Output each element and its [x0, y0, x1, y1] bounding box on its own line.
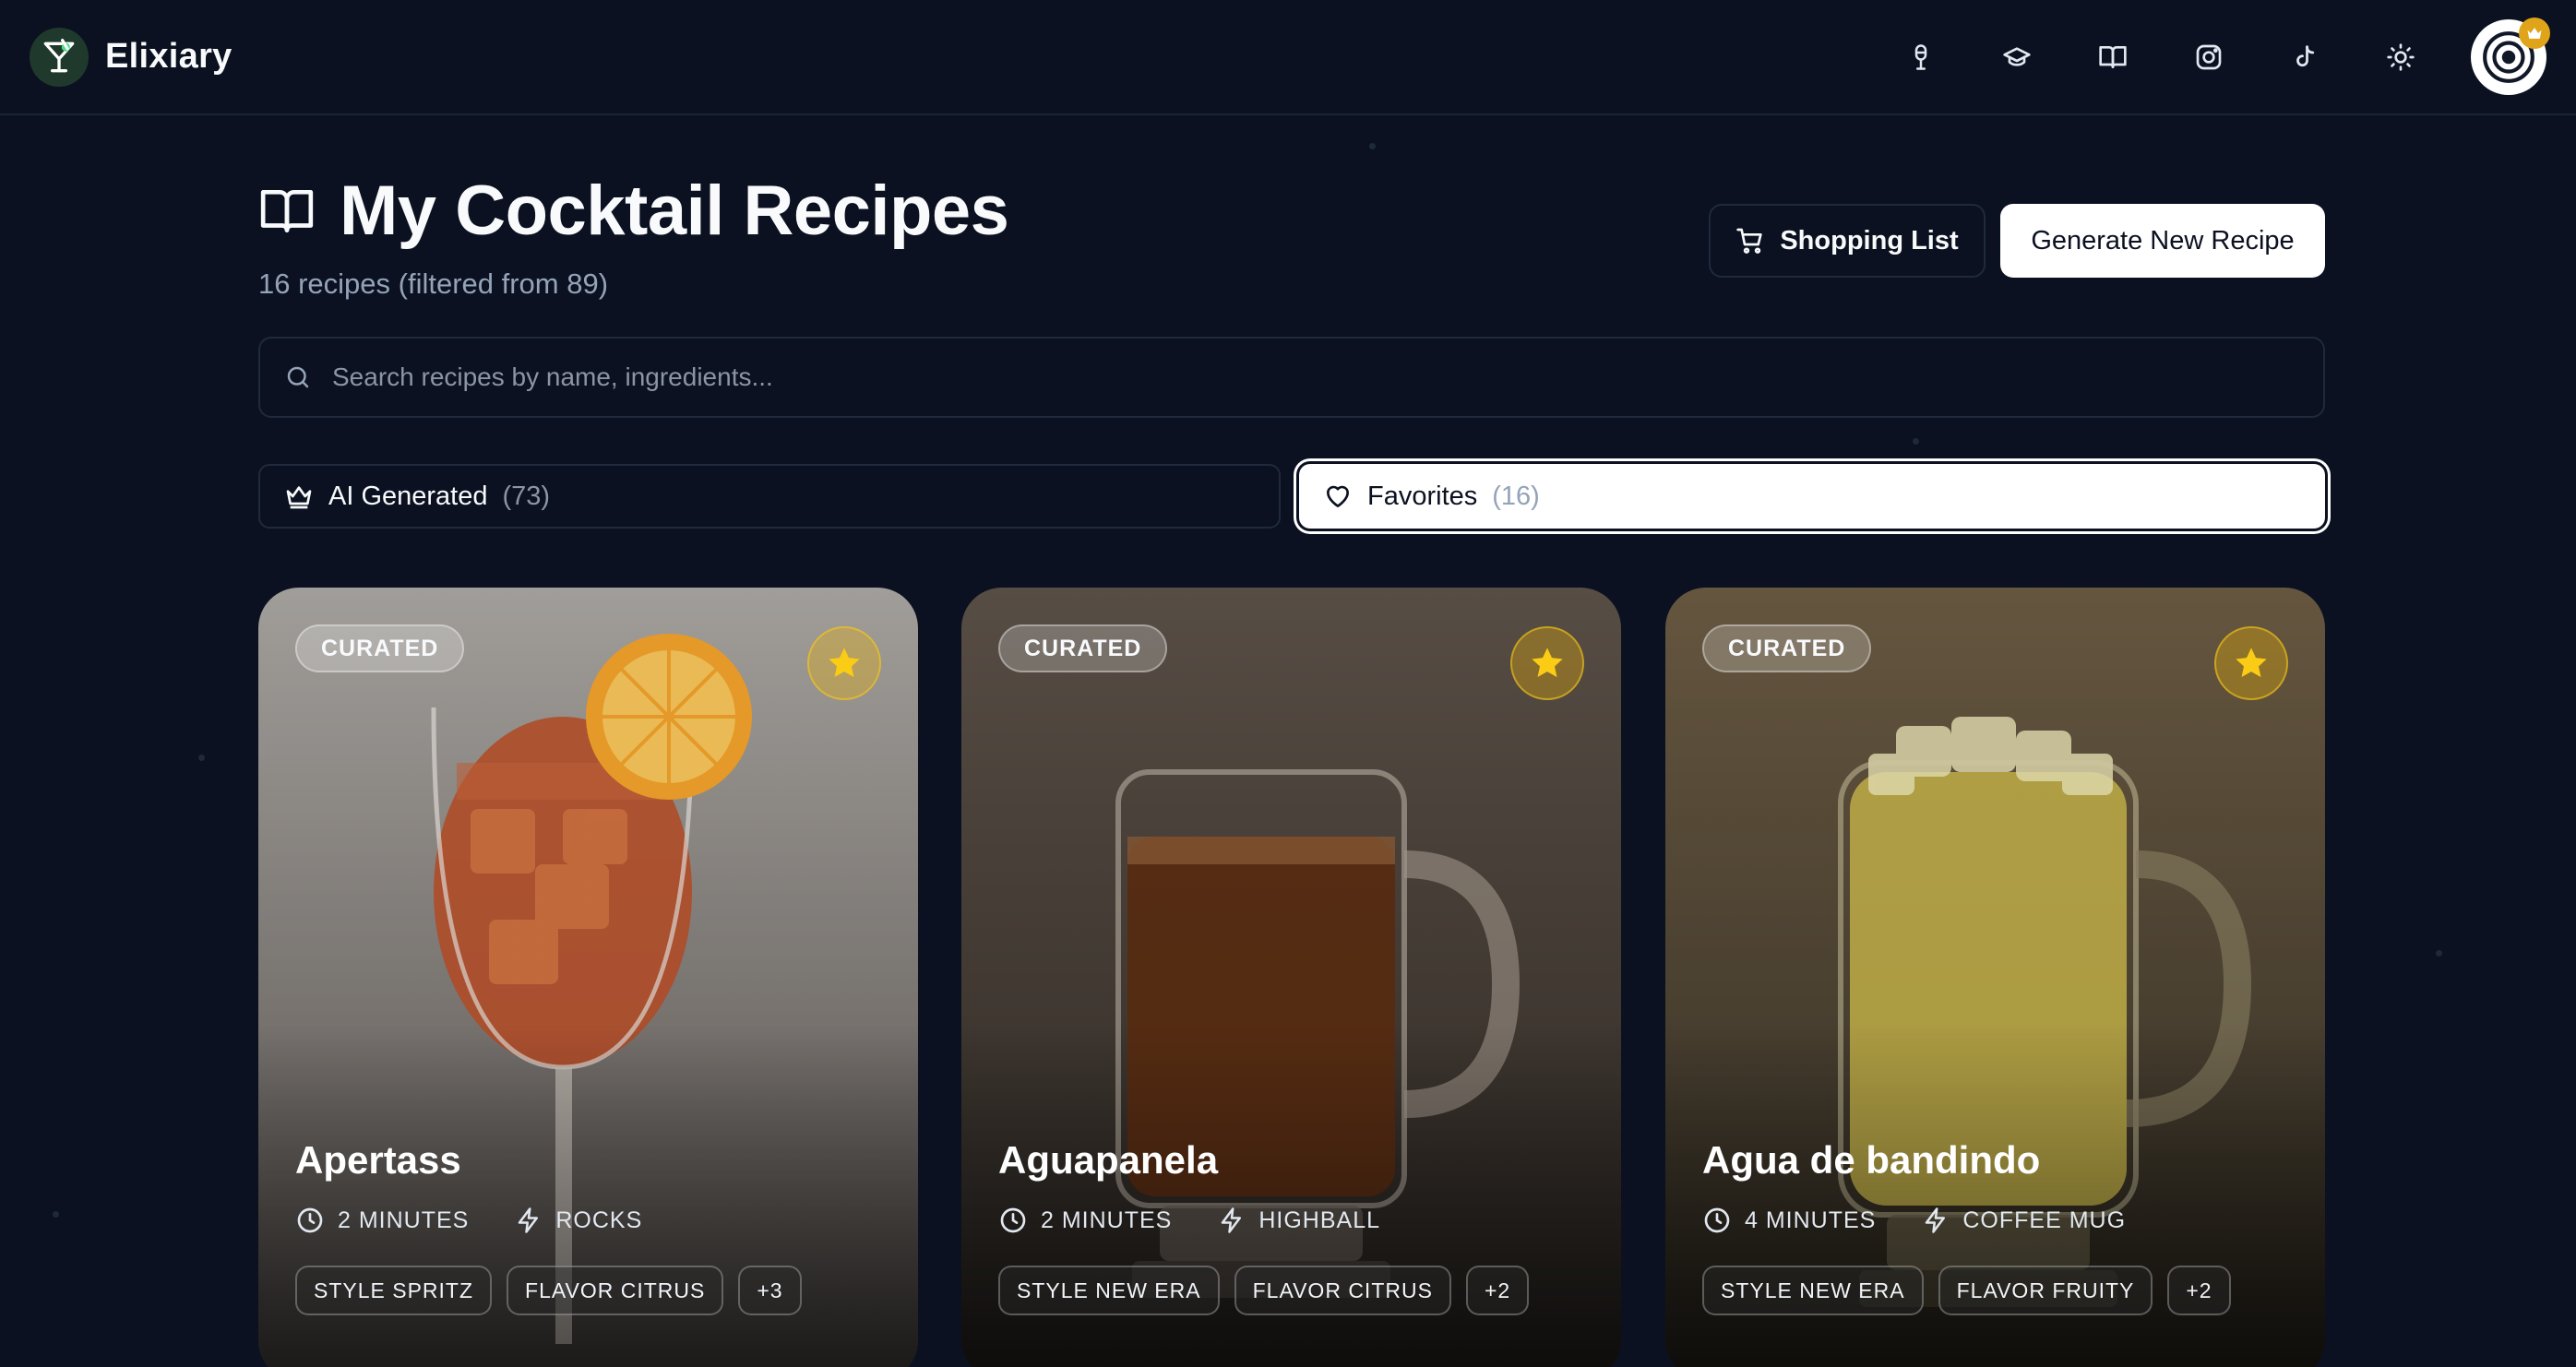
microphone-icon[interactable]	[1901, 37, 1941, 77]
prep-time: 2 MINUTES	[338, 1207, 470, 1233]
card-overlay	[1665, 588, 2325, 1367]
filter-count: (16)	[1492, 481, 1540, 511]
star-icon	[1532, 648, 1563, 678]
curated-badge: CURATED	[295, 624, 465, 672]
sun-icon[interactable]	[2380, 37, 2421, 77]
background-dot	[1369, 143, 1376, 149]
shopping-list-label: Shopping List	[1780, 225, 1959, 256]
prep-time: 4 MINUTES	[1745, 1207, 1877, 1233]
tag-list: STYLE SPRITZ FLAVOR CITRUS +3	[295, 1266, 802, 1315]
page-title: My Cocktail Recipes	[340, 172, 1009, 250]
tag-list: STYLE NEW ERA FLAVOR FRUITY +2	[1702, 1266, 2231, 1315]
heart-icon	[1327, 485, 1349, 507]
glass-type: ROCKS	[555, 1207, 643, 1233]
tag[interactable]: FLAVOR CITRUS	[507, 1266, 724, 1315]
glass-type: COFFEE MUG	[1962, 1207, 2127, 1233]
search-input[interactable]	[332, 363, 2270, 392]
more-tags[interactable]: +2	[1465, 1266, 1530, 1315]
user-avatar[interactable]	[2471, 17, 2550, 95]
crown-icon	[286, 486, 312, 509]
tag[interactable]: FLAVOR CITRUS	[1234, 1266, 1451, 1315]
favorite-star-button[interactable]	[1510, 626, 1584, 700]
card-overlay	[961, 588, 1621, 1367]
brand-name: Elixiary	[105, 37, 233, 76]
filter-ai-generated[interactable]: AI Generated (73)	[258, 464, 1281, 529]
card-overlay	[258, 588, 918, 1367]
recipe-card[interactable]: CURATED Agua de bandindo 4 MINUTES COFFE…	[1665, 588, 2325, 1367]
filter-favorites[interactable]: Favorites (16)	[1299, 464, 2325, 529]
filter-label: Favorites	[1367, 481, 1478, 511]
recipe-name: Apertass	[295, 1138, 461, 1182]
clock-icon	[1000, 1207, 1026, 1233]
page-heading: My Cocktail Recipes	[258, 171, 1009, 251]
brand[interactable]: Elixiary	[30, 27, 233, 87]
clock-icon	[297, 1207, 323, 1233]
recipe-card[interactable]: CURATED Apertass 2 MINUTES ROCKS STYLE S…	[258, 588, 918, 1367]
shopping-list-button[interactable]: Shopping List	[1709, 204, 1986, 278]
recipe-name: Agua de bandindo	[1702, 1138, 2041, 1182]
filter-label: AI Generated	[328, 481, 488, 511]
recipe-meta: 2 MINUTES ROCKS	[295, 1206, 642, 1235]
recipe-count: 16 recipes (filtered from 89)	[258, 267, 609, 300]
search-bar	[258, 337, 2325, 418]
search-icon	[287, 366, 309, 388]
lightning-icon	[1926, 1207, 1946, 1233]
background-dot	[53, 1211, 59, 1218]
star-icon	[829, 648, 860, 678]
background-dot	[1913, 438, 1919, 445]
graduation-cap-icon[interactable]	[1997, 37, 2037, 77]
prep-time: 2 MINUTES	[1041, 1207, 1173, 1233]
tag[interactable]: STYLE NEW ERA	[998, 1266, 1220, 1315]
tag[interactable]: STYLE NEW ERA	[1702, 1266, 1924, 1315]
instagram-icon[interactable]	[2188, 37, 2229, 77]
star-icon	[2236, 648, 2267, 678]
clock-icon	[1704, 1207, 1730, 1233]
tag[interactable]: STYLE SPRITZ	[295, 1266, 493, 1315]
shopping-cart-icon	[1736, 228, 1763, 254]
crown-icon	[2519, 17, 2550, 49]
recipe-meta: 2 MINUTES HIGHBALL	[998, 1206, 1380, 1235]
recipe-name: Aguapanela	[998, 1138, 1219, 1182]
background-dot	[198, 755, 205, 761]
favorite-star-button[interactable]	[807, 626, 881, 700]
nav-icons	[1901, 17, 2550, 95]
more-tags[interactable]: +3	[738, 1266, 802, 1315]
background-dot	[2436, 950, 2442, 957]
cocktail-glass-icon	[30, 27, 89, 87]
filter-count: (73)	[502, 481, 551, 511]
more-tags[interactable]: +2	[2167, 1266, 2231, 1315]
lightning-icon	[1222, 1207, 1242, 1233]
favorite-star-button[interactable]	[2214, 626, 2288, 700]
top-navbar: Elixiary	[0, 0, 2576, 115]
curated-badge: CURATED	[1702, 624, 1872, 672]
book-open-icon	[260, 189, 314, 232]
glass-type: HIGHBALL	[1258, 1207, 1381, 1233]
tag-list: STYLE NEW ERA FLAVOR CITRUS +2	[998, 1266, 1530, 1315]
recipe-card[interactable]: CURATED Aguapanela 2 MINUTES HIGHBALL ST…	[961, 588, 1621, 1367]
lightning-icon	[519, 1207, 539, 1233]
curated-badge: CURATED	[998, 624, 1168, 672]
recipe-meta: 4 MINUTES COFFEE MUG	[1702, 1206, 2126, 1235]
generate-recipe-button[interactable]: Generate New Recipe	[2000, 204, 2325, 278]
tag[interactable]: FLAVOR FRUITY	[1938, 1266, 2153, 1315]
book-icon[interactable]	[2093, 37, 2133, 77]
tiktok-icon[interactable]	[2284, 37, 2325, 77]
